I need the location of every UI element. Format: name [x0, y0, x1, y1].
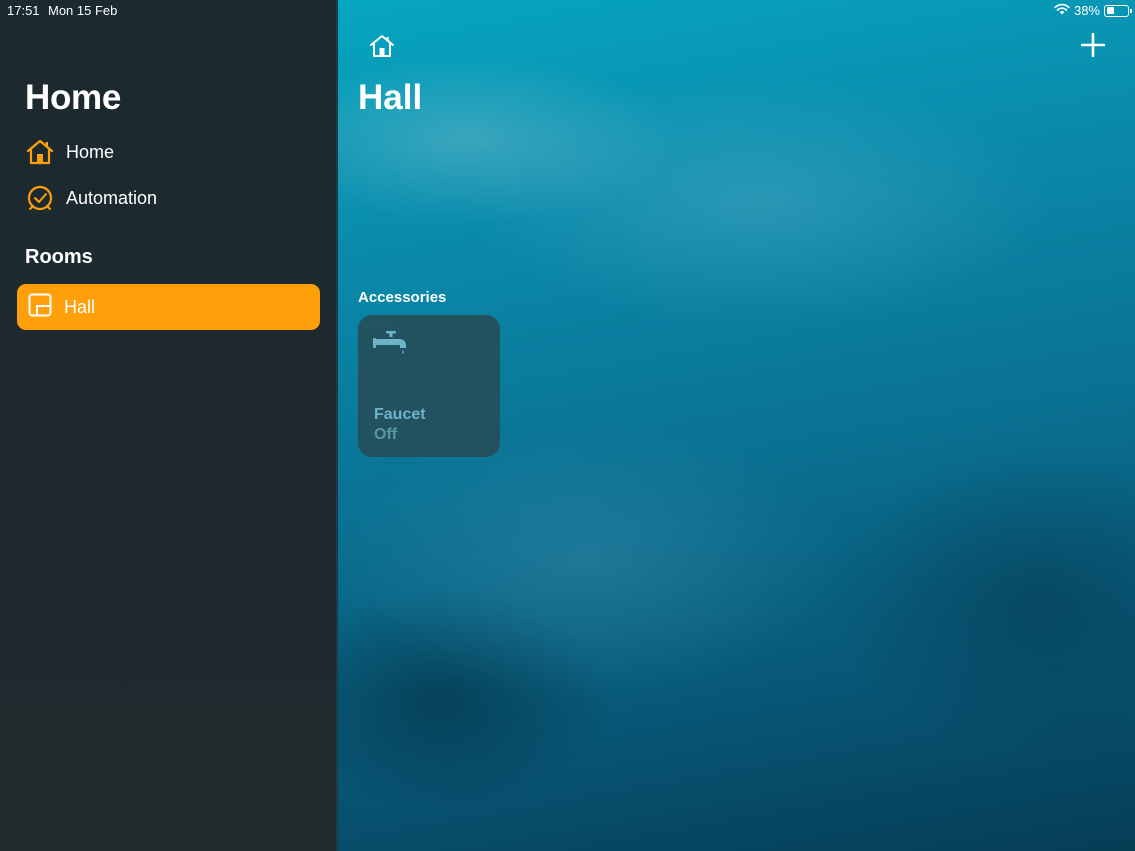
battery-fill — [1106, 7, 1115, 14]
house-icon — [25, 137, 55, 167]
status-time: 17:51 — [7, 3, 40, 18]
page-title: Hall — [358, 78, 423, 117]
accessories-heading: Accessories — [358, 289, 447, 306]
status-bar: 17:51 Mon 15 Feb 38% — [0, 0, 1135, 22]
sidebar-item-hall[interactable]: Hall — [17, 284, 320, 330]
plus-icon — [1080, 32, 1106, 62]
add-button[interactable] — [1079, 32, 1107, 62]
battery-icon — [1104, 4, 1132, 17]
status-indicators: 38% — [1054, 3, 1132, 18]
clock-icon — [25, 183, 55, 213]
sidebar-item-label: Automation — [66, 187, 158, 208]
accessory-name: Faucet — [374, 406, 426, 423]
battery-percent: 38% — [1073, 3, 1100, 18]
home-settings-button[interactable] — [367, 33, 397, 63]
accessory-tile-faucet[interactable]: Faucet Off — [358, 315, 500, 457]
sidebar-item-home[interactable]: Home — [25, 135, 315, 169]
status-date: Mon 15 Feb — [48, 3, 118, 18]
sidebar-item-label: Home — [66, 141, 115, 162]
room-icon — [28, 293, 52, 322]
sidebar-item-label: Hall — [64, 296, 96, 317]
accessory-state: Off — [374, 426, 398, 443]
sidebar-title: Home — [25, 78, 122, 117]
faucet-icon — [373, 331, 409, 355]
sidebar: Home Home Automation Rooms Hall — [0, 0, 337, 851]
sidebar-item-automation[interactable]: Automation — [25, 181, 315, 215]
house-icon — [369, 34, 395, 63]
main-content: Hall Accessories Faucet Off — [338, 0, 1135, 851]
wifi-icon — [1054, 3, 1070, 18]
rooms-heading: Rooms — [25, 246, 93, 268]
